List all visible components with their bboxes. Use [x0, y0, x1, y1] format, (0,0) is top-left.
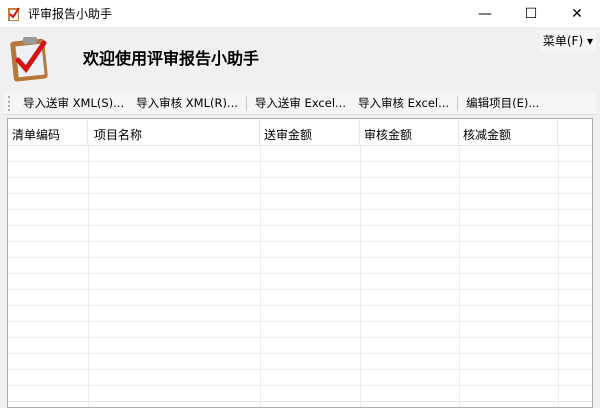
column-header-code[interactable]: 清单编码 [8, 119, 88, 145]
welcome-heading: 欢迎使用评审报告小助手 [83, 49, 260, 68]
items-table[interactable]: 清单编码 项目名称 送审金额 审核金额 核减金额 [7, 118, 593, 408]
title-bar: 评审报告小助手 — ☐ ✕ [0, 0, 600, 27]
column-header-audited-amount[interactable]: 审核金额 [360, 119, 459, 145]
chevron-down-icon: ▾ [586, 34, 593, 48]
maximize-button[interactable]: ☐ [508, 0, 554, 27]
column-header-filler [558, 119, 592, 145]
edit-project-button[interactable]: 编辑项目(E)... [460, 95, 545, 111]
app-icon [8, 6, 20, 21]
column-header-name[interactable]: 项目名称 [88, 119, 260, 145]
clipboard-check-icon [10, 37, 48, 82]
toolbar: 导入送审 XML(S)... 导入审核 XML(R)... 导入送审 Excel… [4, 92, 596, 115]
toolbar-separator [245, 95, 247, 111]
table-rows [8, 146, 592, 407]
import-audited-xml-button[interactable]: 导入审核 XML(R)... [130, 95, 244, 111]
column-divider [558, 146, 559, 407]
minimize-button[interactable]: — [462, 0, 508, 27]
toolbar-grip[interactable] [8, 95, 11, 111]
menu-button[interactable]: 菜单(F) ▾ [539, 30, 596, 51]
table-header: 清单编码 项目名称 送审金额 审核金额 核减金额 [8, 119, 592, 146]
close-button[interactable]: ✕ [554, 0, 600, 27]
menu-label: 菜单(F) [542, 34, 584, 48]
import-submitted-xml-button[interactable]: 导入送审 XML(S)... [17, 95, 130, 111]
import-audited-excel-button[interactable]: 导入审核 Excel... [352, 95, 455, 111]
column-header-reduction-amount[interactable]: 核减金额 [459, 119, 558, 145]
column-divider [88, 146, 89, 407]
column-header-submitted-amount[interactable]: 送审金额 [260, 119, 360, 145]
column-divider [260, 146, 261, 407]
window-title: 评审报告小助手 [28, 7, 113, 21]
import-submitted-excel-button[interactable]: 导入送审 Excel... [249, 95, 352, 111]
column-divider [360, 146, 361, 407]
column-divider [459, 146, 460, 407]
toolbar-separator [457, 95, 459, 111]
